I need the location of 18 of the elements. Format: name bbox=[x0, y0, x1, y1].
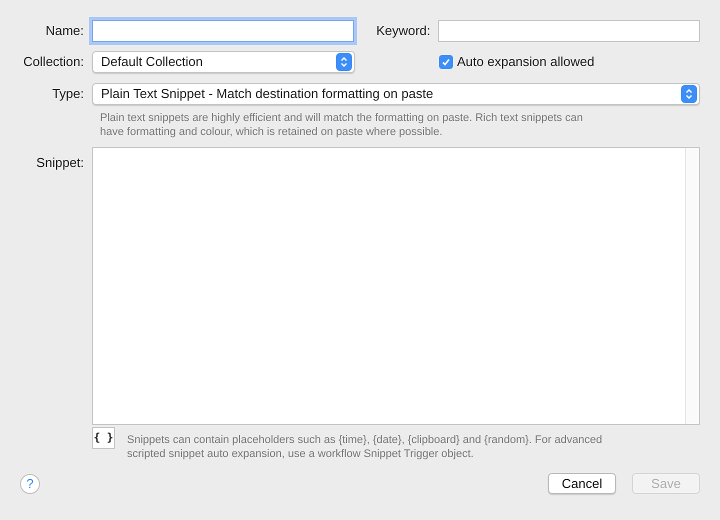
snippet-label: Snippet: bbox=[35, 154, 84, 172]
keyword-field[interactable] bbox=[438, 20, 700, 42]
snippet-help-text: Snippets can contain placeholders such as {time}, {date}, {clipboard} and {random}. For advanced scripted snippet auto expansion, use a workflow Snippet Trigger object. bbox=[127, 433, 604, 461]
type-help-text: Plain text snippets are highly efficient and will match the formatting on paste. Rich text snippets can have formatting and colour, which is retained on paste where possible. bbox=[100, 111, 584, 139]
popup-arrows-icon bbox=[336, 53, 352, 71]
popup-menu[interactable]: Plain Text Snippet - Match destination formatting on paste bbox=[92, 83, 700, 105]
popup-arrows-icon bbox=[681, 85, 697, 103]
placeholder-button[interactable]: { } bbox=[92, 427, 115, 449]
dialog-button[interactable]: Cancel bbox=[548, 473, 616, 494]
name-label: Name: bbox=[44, 22, 84, 40]
keyword-label: Keyword: bbox=[375, 22, 430, 40]
auto-expansion-label: Auto expansion allowed bbox=[457, 53, 594, 72]
collection-label: Collection: bbox=[22, 53, 84, 72]
checkmark-icon bbox=[441, 57, 451, 67]
popup-menu[interactable]: Default Collection bbox=[92, 51, 355, 73]
auto-expansion-checkbox[interactable] bbox=[439, 55, 453, 69]
type-label: Type: bbox=[51, 85, 84, 104]
name-field[interactable] bbox=[92, 20, 354, 42]
